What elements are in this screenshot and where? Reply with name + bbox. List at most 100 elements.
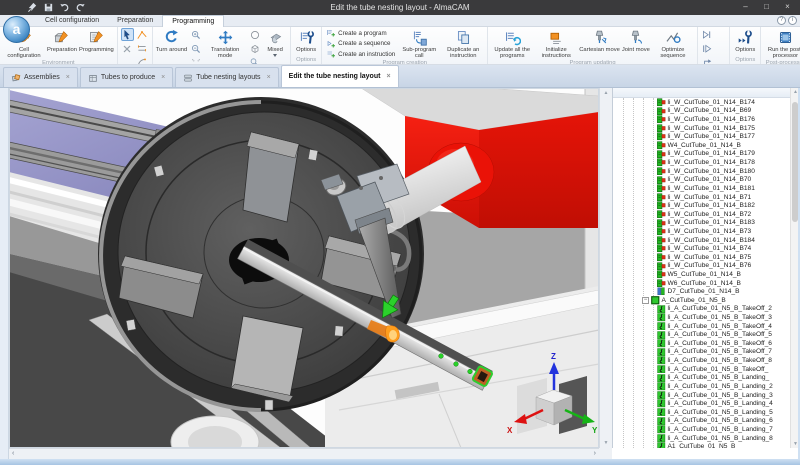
tree-item[interactable]: li_A_CutTube_01_N5_B_Landing_8 <box>613 434 790 443</box>
scroll-down-icon[interactable]: ▼ <box>600 440 612 446</box>
programming-button[interactable]: Programming <box>78 28 115 60</box>
scroll-right-icon[interactable]: › <box>594 449 596 459</box>
save-icon[interactable] <box>42 1 54 13</box>
zoomin-button[interactable] <box>189 28 202 41</box>
pin-icon[interactable] <box>26 1 38 13</box>
document-tab-tubes-to-produce[interactable]: Tubes to produce× <box>80 67 173 87</box>
tree-item[interactable]: li_W_CutTube_01_N14_B71 <box>613 193 790 202</box>
tree-item[interactable]: li_A_CutTube_01_N5_B_TakeOff_4 <box>613 322 790 331</box>
tree-item[interactable]: li_W_CutTube_01_N14_B73 <box>613 227 790 236</box>
tree-item[interactable]: W5_CutTube_01_N14_B <box>613 270 790 279</box>
nav3-button[interactable] <box>701 56 714 65</box>
almacam-logo[interactable]: a <box>3 16 30 43</box>
viewport-horizontal-scrollbar[interactable]: ‹ › <box>9 448 599 459</box>
tree-item[interactable]: D7_CutTube_01_N14_B <box>613 287 790 296</box>
tree-item[interactable]: li_W_CutTube_01_N14_B174 <box>613 98 790 107</box>
tree-item[interactable]: A1_CutTube_01_N5_B <box>613 442 790 448</box>
tree-item[interactable]: li_W_CutTube_01_N14_B178 <box>613 158 790 167</box>
document-tab-assemblies[interactable]: Assemblies× <box>3 67 78 87</box>
info-icon[interactable]: i <box>788 16 797 25</box>
create-a-program-button[interactable]: Create a program <box>326 28 395 38</box>
tree-item[interactable]: li_W_CutTube_01_N14_B182 <box>613 201 790 210</box>
tab-close-icon[interactable]: × <box>267 74 271 81</box>
tree-item[interactable]: li_A_CutTube_01_N5_B_TakeOff_7 <box>613 348 790 357</box>
nav2-button[interactable] <box>701 42 714 55</box>
zoomwin-button[interactable] <box>189 56 202 65</box>
tree-item[interactable]: li_W_CutTube_01_N14_B72 <box>613 210 790 219</box>
tree-item[interactable]: li_W_CutTube_01_N14_B75 <box>613 253 790 262</box>
tab-close-icon[interactable]: × <box>161 74 165 81</box>
help-icon[interactable]: ? <box>777 16 786 25</box>
joint-move-button[interactable]: Joint move <box>621 28 651 60</box>
options-button[interactable]: Options <box>293 28 319 57</box>
ribbon-tab-preparation[interactable]: Preparation <box>108 15 162 27</box>
initialize-instructions-button[interactable]: Initialize instructions <box>534 28 578 60</box>
minimize-button[interactable]: – <box>735 0 756 13</box>
run-the-post-processor-button[interactable]: Run the post-processor <box>763 28 800 60</box>
create-an-instruction-button[interactable]: Create an instruction <box>326 49 395 59</box>
zooma-button[interactable]: A <box>248 56 261 65</box>
tree-item[interactable]: li_A_CutTube_01_N5_B_Landing_7 <box>613 425 790 434</box>
marc-button[interactable] <box>136 56 149 65</box>
document-tab-tube-nesting-layouts[interactable]: Tube nesting layouts× <box>175 67 278 87</box>
mpoint-button[interactable] <box>136 28 149 41</box>
cubeo-button[interactable] <box>248 42 261 55</box>
tree-item[interactable]: li_W_CutTube_01_N14_B176 <box>613 115 790 124</box>
tree-item[interactable]: li_A_CutTube_01_N5_B_Landing_4 <box>613 399 790 408</box>
pointer-button[interactable] <box>121 28 134 41</box>
tree-item[interactable]: W6_CutTube_01_N14_B <box>613 279 790 288</box>
tree-item[interactable]: li_A_CutTube_01_N5_B_Landing_2 <box>613 382 790 391</box>
viewport-vertical-scrollbar[interactable]: ▲ ▼ <box>599 88 612 448</box>
create-a-sequence-button[interactable]: Create a sequence <box>326 39 395 49</box>
nav1-button[interactable] <box>701 28 714 41</box>
mdist-button[interactable] <box>136 42 149 55</box>
maximize-button[interactable]: □ <box>756 0 777 13</box>
close-button[interactable]: × <box>777 0 798 13</box>
tree-item[interactable]: li_A_CutTube_01_N5_B_TakeOff_3 <box>613 313 790 322</box>
tree-item[interactable]: li_A_CutTube_01_N5_B_TakeOff_5 <box>613 330 790 339</box>
tree-item[interactable]: li_A_CutTube_01_N5_B_Landing_ <box>613 374 790 383</box>
redo-icon[interactable] <box>74 1 86 13</box>
preparation-button[interactable]: Preparation <box>46 28 78 60</box>
update-all-the-programs-button[interactable]: Update all the programs <box>490 28 534 60</box>
tree-item[interactable]: li_W_CutTube_01_N14_B183 <box>613 219 790 228</box>
tree-item[interactable]: li_A_CutTube_01_N5_B_Landing_5 <box>613 408 790 417</box>
tree-item[interactable]: li_W_CutTube_01_N14_B184 <box>613 236 790 245</box>
mixed-button[interactable]: Mixed <box>262 28 288 65</box>
tree-item[interactable]: li_A_CutTube_01_N5_B_TakeOff_ <box>613 365 790 374</box>
options-button[interactable]: Options <box>732 28 758 57</box>
tree-item[interactable]: li_W_CutTube_01_N14_B70 <box>613 175 790 184</box>
ribbon-tab-cell-configuration[interactable]: Cell configuration <box>36 15 108 27</box>
tree-item[interactable]: li_W_CutTube_01_N14_B74 <box>613 244 790 253</box>
tree-item[interactable]: li_A_CutTube_01_N5_B_TakeOff_6 <box>613 339 790 348</box>
tree-expander-icon[interactable]: − <box>642 297 649 304</box>
turn-around-button[interactable]: Turn around <box>155 28 188 65</box>
ribbon-tab-programming[interactable]: Programming <box>162 15 224 27</box>
tree-item[interactable]: li_A_CutTube_01_N5_B_Landing_3 <box>613 391 790 400</box>
duplicate-an-instruction-button[interactable]: Duplicate an instruction <box>441 28 485 60</box>
tree-item[interactable]: li_A_CutTube_01_N5_B_TakeOff_8 <box>613 356 790 365</box>
document-tab-edit-the-tube-nesting-layout[interactable]: Edit the tube nesting layout× <box>281 65 399 87</box>
tab-close-icon[interactable]: × <box>386 73 390 80</box>
tree-item[interactable]: li_W_CutTube_01_N14_B180 <box>613 167 790 176</box>
xmark-button[interactable] <box>121 42 134 55</box>
tree-item[interactable]: li_W_CutTube_01_N14_B175 <box>613 124 790 133</box>
tree-item[interactable]: li_W_CutTube_01_N14_B177 <box>613 132 790 141</box>
tree-item[interactable]: W4_CutTube_01_N14_B <box>613 141 790 150</box>
tree-item[interactable]: li_W_CutTube_01_N14_B76 <box>613 262 790 271</box>
circleo-button[interactable] <box>248 28 261 41</box>
scroll-left-icon[interactable]: ‹ <box>12 449 14 459</box>
tree-item[interactable]: li_W_CutTube_01_N14_B69 <box>613 107 790 116</box>
optimize-sequence-button[interactable]: Optimize sequence <box>651 28 695 60</box>
tree-item[interactable]: li_W_CutTube_01_N14_B181 <box>613 184 790 193</box>
scroll-up-icon[interactable]: ▲ <box>600 90 612 96</box>
translation-mode-button[interactable]: Translation mode <box>203 28 247 65</box>
tree-item[interactable]: li_A_CutTube_01_N5_B_Landing_6 <box>613 417 790 426</box>
tree-item[interactable]: li_A_CutTube_01_N5_B_TakeOff_2 <box>613 305 790 314</box>
3d-viewport[interactable]: Z X Y <box>9 88 599 448</box>
sub-program-call-button[interactable]: Sub-program call <box>397 28 441 60</box>
tree-item[interactable]: −A_CutTube_01_N5_B <box>613 296 790 305</box>
zoomout-button[interactable] <box>189 42 202 55</box>
tab-close-icon[interactable]: × <box>66 74 70 81</box>
cartesian-move-button[interactable]: Cartesian move <box>578 28 621 60</box>
